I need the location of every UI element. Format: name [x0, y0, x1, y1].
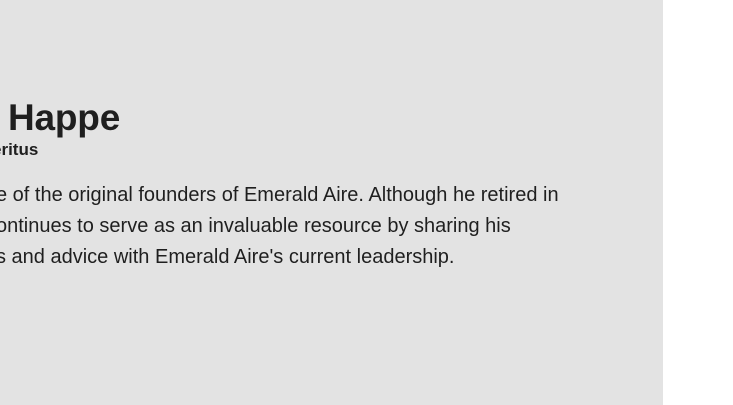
person-title: eritus [0, 140, 39, 159]
bio-card: Happe eritus e of the original founders … [0, 0, 663, 405]
bio-line: s and advice with Emerald Aire's current… [0, 246, 455, 268]
bio-line: e of the original founders of Emerald Ai… [0, 184, 559, 206]
bio-content: Happe eritus e of the original founders … [0, 98, 559, 273]
person-name-text: Happe [8, 97, 121, 138]
bio-description: e of the original founders of Emerald Ai… [0, 180, 559, 273]
bio-line: ontinues to serve as an invaluable resou… [0, 215, 511, 237]
person-name: Happe [0, 98, 559, 138]
